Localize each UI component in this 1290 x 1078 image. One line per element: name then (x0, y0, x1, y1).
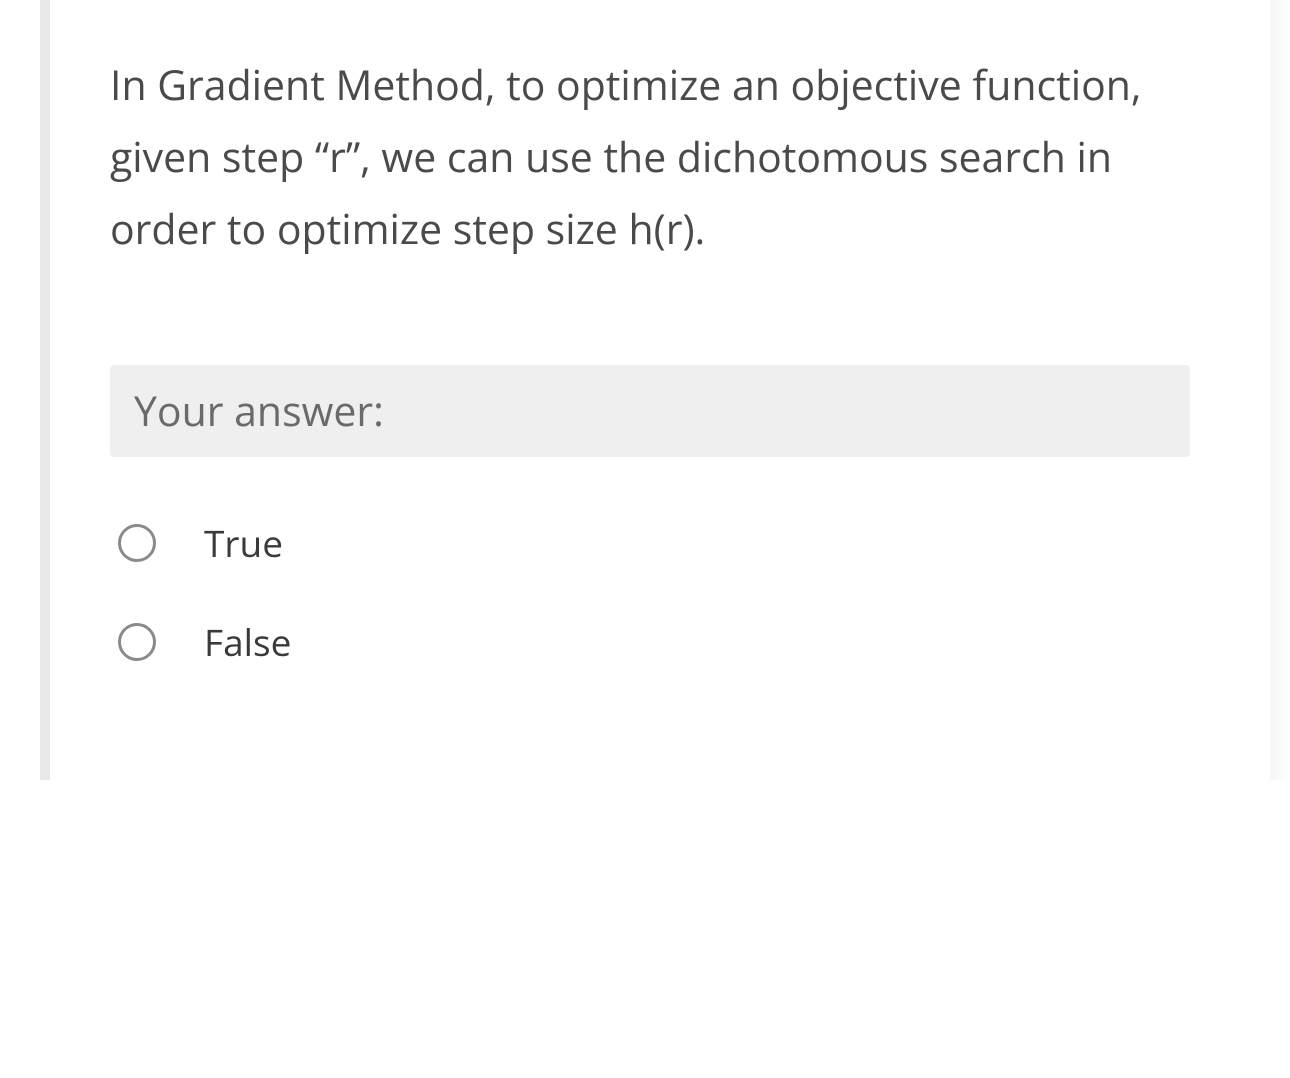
radio-icon (118, 524, 156, 562)
option-false[interactable]: False (118, 616, 1190, 667)
answer-label-box: Your answer: (110, 365, 1190, 457)
question-card: In Gradient Method, to optimize an objec… (40, 0, 1250, 780)
options-group: True False (110, 517, 1190, 667)
question-text: In Gradient Method, to optimize an objec… (110, 50, 1190, 265)
shadow-decoration (1270, 0, 1290, 780)
answer-label: Your answer: (134, 383, 1166, 439)
option-label-false: False (204, 616, 291, 667)
option-true[interactable]: True (118, 517, 1190, 568)
radio-icon (118, 623, 156, 661)
option-label-true: True (204, 517, 283, 568)
